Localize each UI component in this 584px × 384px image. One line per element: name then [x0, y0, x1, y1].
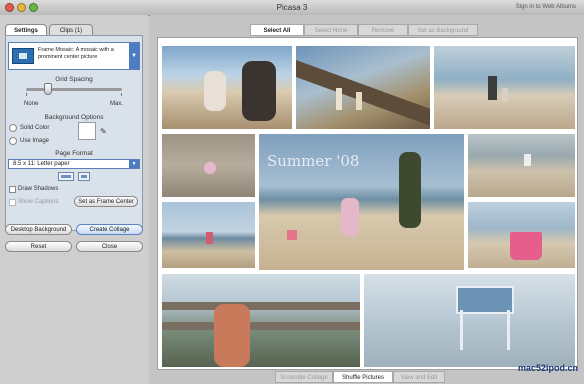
photo-pink-bucket[interactable] [468, 202, 575, 268]
scramble-collage-button[interactable]: Scramble Collage [275, 371, 333, 383]
frame-mosaic-icon [12, 48, 34, 64]
set-as-background-button[interactable]: Set as Background [408, 24, 478, 36]
show-captions-label: Show Captions [18, 199, 59, 205]
layout-select[interactable]: Frame Mosaic: A mosaic with a prominent … [8, 42, 140, 70]
watermark: mac52ipod.cn [517, 363, 578, 373]
eyedropper-icon[interactable]: ✎ [100, 127, 107, 136]
grid-spacing-max-label: Max. [110, 101, 124, 107]
photo-center-family-beach[interactable]: Summer '08 [259, 134, 464, 270]
solid-color-label: Solid Color [20, 125, 50, 131]
layout-select-text: Frame Mosaic: A mosaic with a prominent … [38, 47, 114, 60]
grid-spacing-slider[interactable] [26, 88, 122, 91]
photo-child-walking-beach[interactable] [468, 134, 575, 197]
slider-ticks [26, 93, 122, 96]
grid-spacing-knob[interactable] [44, 83, 52, 95]
photo-mother-child-beach[interactable] [162, 46, 292, 129]
page-format-label: Page Format [55, 150, 93, 157]
select-none-button[interactable]: Select None [304, 24, 358, 36]
photo-lifeguard-tower[interactable] [364, 274, 575, 367]
reset-button[interactable]: Reset [5, 241, 72, 252]
portrait-orientation-icon[interactable] [78, 172, 90, 181]
photo-child-fence[interactable] [162, 274, 360, 367]
draw-shadows-label: Draw Shadows [18, 186, 59, 192]
solid-color-radio[interactable] [9, 124, 17, 132]
grid-spacing-label: Grid Spacing [55, 76, 93, 83]
chevron-down-icon[interactable]: ▼ [129, 43, 139, 69]
collage-caption: Summer '08 [267, 152, 360, 170]
select-all-button[interactable]: Select All [250, 24, 304, 36]
signin-link[interactable]: Sign in to Web Albums [516, 4, 576, 10]
close-button[interactable]: Close [76, 241, 143, 252]
photo-child-ocean[interactable] [162, 202, 255, 268]
photo-child-sand[interactable] [162, 134, 255, 197]
collage-settings-panel: Settings Clips (1) Frame Mosaic: A mosai… [0, 15, 148, 384]
view-and-edit-button[interactable]: View and Edit [393, 371, 445, 383]
show-captions-checkbox[interactable] [9, 199, 16, 206]
shuffle-pictures-button[interactable]: Shuffle Pictures [333, 371, 393, 383]
draw-shadows-checkbox[interactable] [9, 186, 16, 193]
background-options-label: Background Options [44, 114, 104, 121]
photo-boat-bottles[interactable] [296, 46, 430, 129]
grid-spacing-min-label: None [24, 101, 39, 107]
collage-canvas: Summer '08 [157, 37, 578, 370]
page-format-select[interactable]: 8.5 x 11: Letter paper ▼ [8, 159, 140, 169]
remove-button[interactable]: Remove [358, 24, 408, 36]
desktop-background-button[interactable]: Desktop Background [5, 224, 72, 235]
create-collage-button[interactable]: Create Collage [76, 224, 143, 235]
set-frame-center-button[interactable]: Set as Frame Center [74, 196, 138, 207]
settings-pane: Frame Mosaic: A mosaic with a prominent … [5, 35, 143, 231]
use-image-radio[interactable] [9, 137, 17, 145]
landscape-orientation-icon[interactable] [58, 172, 74, 181]
collage-preview-area: Select All Select None Remove Set as Bac… [150, 15, 584, 384]
use-image-label: Use Image [20, 138, 50, 144]
chevron-down-icon[interactable]: ▼ [129, 160, 139, 168]
page-format-value: 8.5 x 11: Letter paper [13, 161, 70, 167]
background-color-swatch[interactable] [78, 122, 96, 140]
window-title: Picasa 3 [276, 3, 308, 12]
preview-toolbar: Select All Select None Remove Set as Bac… [150, 24, 584, 36]
photo-adult-child-shore[interactable] [434, 46, 575, 129]
title-bar: Picasa 3 Sign in to Web Albums [0, 0, 584, 16]
